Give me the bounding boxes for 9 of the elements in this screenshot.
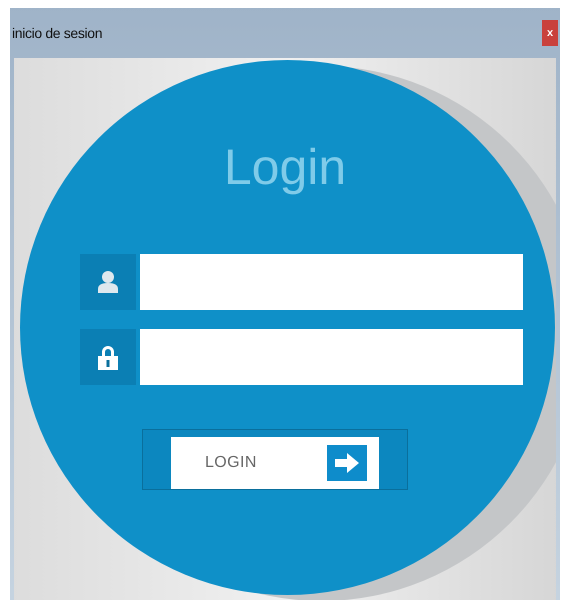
username-field[interactable] — [140, 254, 522, 310]
login-button-face: LOGIN — [171, 436, 379, 488]
login-button[interactable]: LOGIN — [142, 429, 408, 490]
password-field[interactable] — [140, 329, 522, 385]
window-title: inicio de sesion — [12, 24, 102, 42]
padlock-icon — [98, 344, 118, 370]
user-icon — [98, 271, 118, 293]
close-button[interactable]: x — [542, 20, 558, 46]
login-heading: Login — [224, 142, 346, 192]
